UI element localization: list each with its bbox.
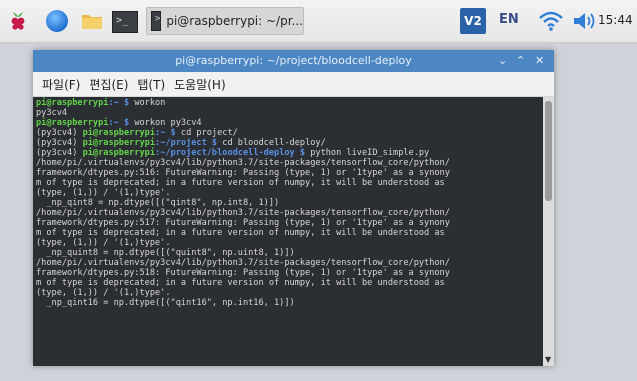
menu-file[interactable]: 파일(F) [42,76,80,93]
terminal-line: framework/dtypes.py:518: FutureWarning: … [36,268,450,278]
terminal-line: _np_qint8 = np.dtype([("qint8", np.int8,… [36,198,280,208]
terminal-line: framework/dtypes.py:517: FutureWarning: … [36,218,450,228]
window-titlebar[interactable]: pi@raspberrypi: ~/project/bloodcell-depl… [33,50,554,72]
taskbar-window-button[interactable]: >_ pi@raspberrypi: ~/pr... [146,7,304,35]
taskbar: >_ >_ pi@raspberrypi: ~/pr... V2 EN 15:4… [0,0,637,43]
terminal-line: (py3cv4) pi@raspberrypi:~ $ cd project/ [36,128,238,138]
terminal-icon[interactable]: >_ [112,11,138,33]
menu-tabs[interactable]: 탭(T) [137,76,165,93]
terminal-line: (py3cv4) pi@raspberrypi:~/project $ cd b… [36,138,326,148]
terminal-line: (type, (1,)) / '(1,)type'. [36,188,171,198]
taskbar-window-label: pi@raspberrypi: ~/pr... [166,14,303,28]
maximize-icon[interactable]: ⌃ [516,54,525,67]
terminal-line: pi@raspberrypi:~ $ workon [36,98,166,108]
terminal-icon: >_ [151,11,166,31]
terminal-line: (py3cv4) pi@raspberrypi:~/project/bloodc… [36,148,430,158]
terminal-line: framework/dtypes.py:516: FutureWarning: … [36,168,450,178]
terminal-line: _np_qint16 = np.dtype([("qint16", np.int… [36,298,295,308]
terminal-line: /home/pi/.virtualenvs/py3cv4/lib/python3… [36,158,450,168]
terminal-line: m of type is deprecated; in a future ver… [36,228,445,238]
language-indicator[interactable]: EN [499,12,519,27]
terminal-line: pi@raspberrypi:~ $ workon py3cv4 [36,118,202,128]
clock[interactable]: 15:44 [598,13,633,27]
terminal-line: _np_quint8 = np.dtype([("quint8", np.uin… [36,248,295,258]
terminal-window: pi@raspberrypi: ~/project/bloodcell-depl… [33,50,554,366]
terminal-line: m of type is deprecated; in a future ver… [36,178,445,188]
terminal-scrollbar[interactable]: ▼ [543,97,554,366]
terminal-line: (type, (1,)) / '(1,)type'. [36,288,171,298]
minimize-icon[interactable]: ⌄ [498,54,507,67]
web-browser-icon[interactable] [46,10,68,32]
menu-help[interactable]: 도움말(H) [174,76,226,93]
volume-icon[interactable] [572,11,596,31]
vnc-icon[interactable]: V2 [460,8,486,34]
terminal-line: m of type is deprecated; in a future ver… [36,278,445,288]
raspberry-menu-icon[interactable] [6,9,30,33]
window-title: pi@raspberrypi: ~/project/bloodcell-depl… [175,54,412,67]
terminal-output[interactable]: pi@raspberrypi:~ $ workon py3cv4 pi@rasp… [33,97,543,366]
scrollbar-thumb[interactable] [545,101,552,201]
terminal-line: /home/pi/.virtualenvs/py3cv4/lib/python3… [36,258,450,268]
scroll-down-icon[interactable]: ▼ [545,355,551,364]
file-manager-icon[interactable] [80,9,104,33]
wifi-icon[interactable] [538,9,564,33]
menu-edit[interactable]: 편집(E) [89,76,128,93]
terminal-line: (type, (1,)) / '(1,)type'. [36,238,171,248]
menubar: 파일(F) 편집(E) 탭(T) 도움말(H) [33,72,554,97]
terminal-line: py3cv4 [36,108,68,118]
terminal-line: /home/pi/.virtualenvs/py3cv4/lib/python3… [36,208,450,218]
close-icon[interactable]: ✕ [535,54,544,67]
